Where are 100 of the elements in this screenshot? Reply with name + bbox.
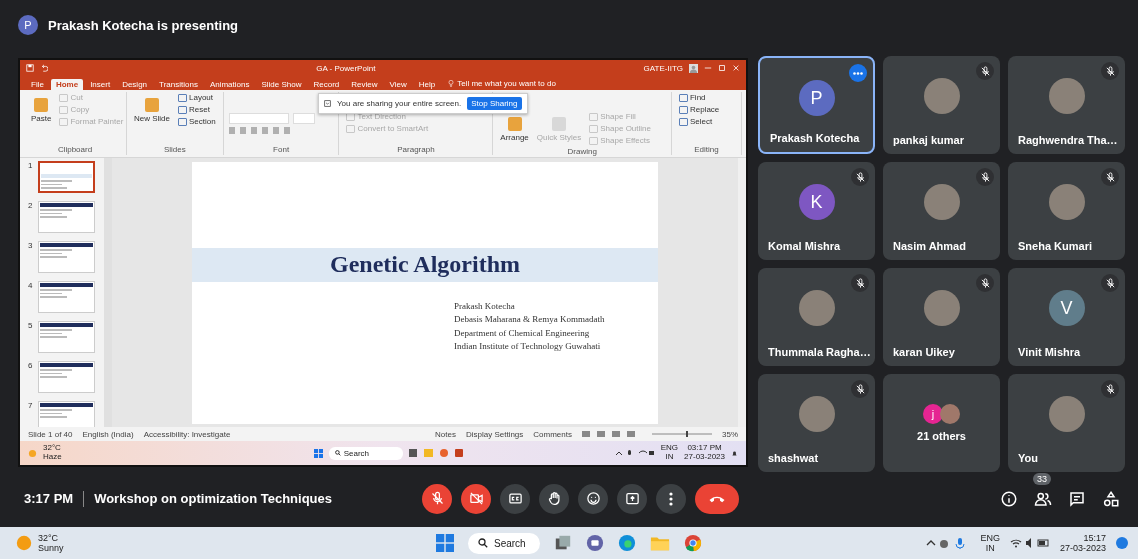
avatar-photo — [798, 290, 835, 326]
avatar-photo — [940, 404, 960, 424]
captions-icon — [507, 491, 523, 506]
emoji-button[interactable] — [578, 483, 608, 514]
info-icon[interactable] — [1000, 489, 1018, 508]
microphone-button[interactable] — [422, 483, 452, 514]
ribbon-command[interactable]: Layout — [176, 92, 218, 103]
ribbon-tab[interactable]: Insert — [85, 79, 116, 90]
participant-tile[interactable]: K Komal Mishra — [758, 162, 875, 260]
display-settings-button[interactable]: Display Settings — [465, 429, 524, 439]
others-count: 21 others — [917, 430, 966, 442]
browser-icon[interactable] — [617, 534, 636, 552]
clock-time: 03:17 PM — [686, 444, 723, 453]
input-language: ENG — [980, 532, 1000, 543]
ribbon-group-label: Editing — [693, 145, 720, 155]
restore-icon[interactable] — [718, 64, 726, 72]
ribbon-command[interactable]: Reset — [176, 104, 218, 115]
undo-icon[interactable] — [40, 64, 48, 72]
participant-name: Sneha Kumari — [1018, 240, 1092, 252]
phone-hangup-icon — [708, 494, 726, 503]
letter-avatar: j — [923, 404, 943, 424]
font-size-field[interactable] — [292, 113, 315, 124]
zoom-level: 35% — [722, 429, 738, 439]
clock-date: 27-03-2023 — [1059, 543, 1106, 554]
status-icons[interactable] — [1009, 537, 1050, 549]
captions-button[interactable] — [500, 483, 530, 514]
comments-button[interactable]: Comments — [533, 429, 572, 439]
save-icon[interactable] — [26, 64, 34, 72]
chrome-icon[interactable] — [683, 534, 702, 552]
more-options-button[interactable] — [849, 64, 867, 82]
notes-button[interactable]: Notes — [435, 429, 456, 439]
ribbon-tab[interactable]: File — [26, 79, 49, 90]
ribbon-tab[interactable]: Transitions — [154, 79, 203, 90]
participant-name: pankaj kumar — [893, 134, 964, 146]
more-options-button[interactable] — [656, 483, 686, 514]
letter-avatar: K — [798, 184, 835, 220]
tell-me-field[interactable]: Tell me what you want to do — [457, 79, 556, 88]
ribbon-tab[interactable]: Record — [308, 79, 345, 90]
participant-name: You — [1018, 452, 1038, 464]
ribbon-command[interactable]: Select — [676, 116, 722, 127]
taskbar-search[interactable]: Search — [328, 446, 403, 460]
start-icon[interactable] — [436, 534, 454, 552]
participant-name: Thummala Ragha… — [768, 346, 871, 358]
avatar-photo — [1048, 78, 1085, 114]
camera-button[interactable] — [461, 483, 491, 514]
participant-tile[interactable]: Thummala Ragha… — [758, 268, 875, 366]
stop-sharing-button[interactable]: Stop Sharing — [467, 97, 522, 110]
activities-icon[interactable] — [1102, 489, 1120, 508]
participant-tile[interactable]: P Prakash Kotecha — [758, 56, 875, 154]
ribbon-tab[interactable]: Home — [50, 79, 84, 90]
language-status: English (India) — [82, 429, 134, 439]
participant-tile[interactable]: Raghwendra Tha… — [1008, 56, 1125, 154]
task-view-icon[interactable] — [553, 534, 572, 552]
taskbar-search[interactable]: Search — [468, 532, 540, 554]
clock-time: 15:17 — [1082, 532, 1106, 543]
window-title: GA - PowerPoint — [315, 63, 377, 73]
ribbon-tab[interactable]: View — [384, 79, 412, 90]
font-name-field[interactable] — [228, 113, 289, 124]
participant-tile[interactable]: Sneha Kumari — [1008, 162, 1125, 260]
sun-icon — [28, 448, 37, 458]
video-call-app-icon[interactable] — [585, 534, 604, 552]
present-button[interactable] — [617, 483, 647, 514]
participant-tile[interactable]: V Vinit Mishra — [1008, 268, 1125, 366]
slide-author-line: Prakash Kotecha — [454, 299, 516, 313]
chat-icon[interactable] — [1068, 489, 1086, 508]
participant-tile[interactable]: karan Uikey — [883, 268, 1000, 366]
meeting-time: 3:17 PM — [24, 491, 74, 506]
raise-hand-button[interactable] — [539, 483, 569, 514]
input-region: IN — [984, 543, 996, 554]
participant-tile[interactable]: j 21 others — [883, 374, 1000, 472]
leave-call-button[interactable] — [695, 483, 739, 514]
slide-number: 4 — [28, 281, 33, 292]
accessibility-status[interactable]: Accessibility: Investigate — [143, 429, 231, 439]
start-icon[interactable] — [313, 448, 323, 458]
ribbon-tab[interactable]: Help — [413, 79, 441, 90]
participant-tile[interactable]: You — [1008, 374, 1125, 472]
ribbon-command[interactable]: Section — [176, 116, 218, 127]
more-icon — [853, 71, 863, 75]
ribbon-tab[interactable]: Design — [117, 79, 153, 90]
close-icon[interactable] — [732, 64, 740, 72]
zoom-slider-icon[interactable] — [652, 431, 712, 437]
slide-thumbnail[interactable] — [38, 161, 96, 193]
ribbon-command[interactable]: Replace — [676, 104, 722, 115]
ribbon-command[interactable]: New Slide — [132, 92, 172, 128]
ribbon-command[interactable]: Find — [676, 92, 722, 103]
slide-author-line: Indian Institute of Technology Guwahati — [454, 340, 602, 353]
screen-share-icon — [324, 100, 331, 107]
notification-icon[interactable] — [731, 449, 738, 457]
ribbon-command[interactable]: Paste — [29, 92, 54, 128]
ribbon-command[interactable]: Arrange — [498, 111, 531, 147]
more-vertical-icon — [669, 491, 673, 506]
ribbon-tab[interactable]: Animations — [204, 79, 255, 90]
ribbon-tab[interactable]: Review — [346, 79, 383, 90]
participant-name: Raghwendra Tha… — [1018, 134, 1118, 146]
ribbon-tab[interactable]: Slide Show — [256, 79, 307, 90]
participant-tile[interactable]: shashwat — [758, 374, 875, 472]
participant-tile[interactable]: Nasim Ahmad — [883, 162, 1000, 260]
avatar-photo — [923, 290, 960, 326]
participant-tile[interactable]: pankaj kumar — [883, 56, 1000, 154]
ribbon-group-label: Font — [272, 145, 291, 155]
